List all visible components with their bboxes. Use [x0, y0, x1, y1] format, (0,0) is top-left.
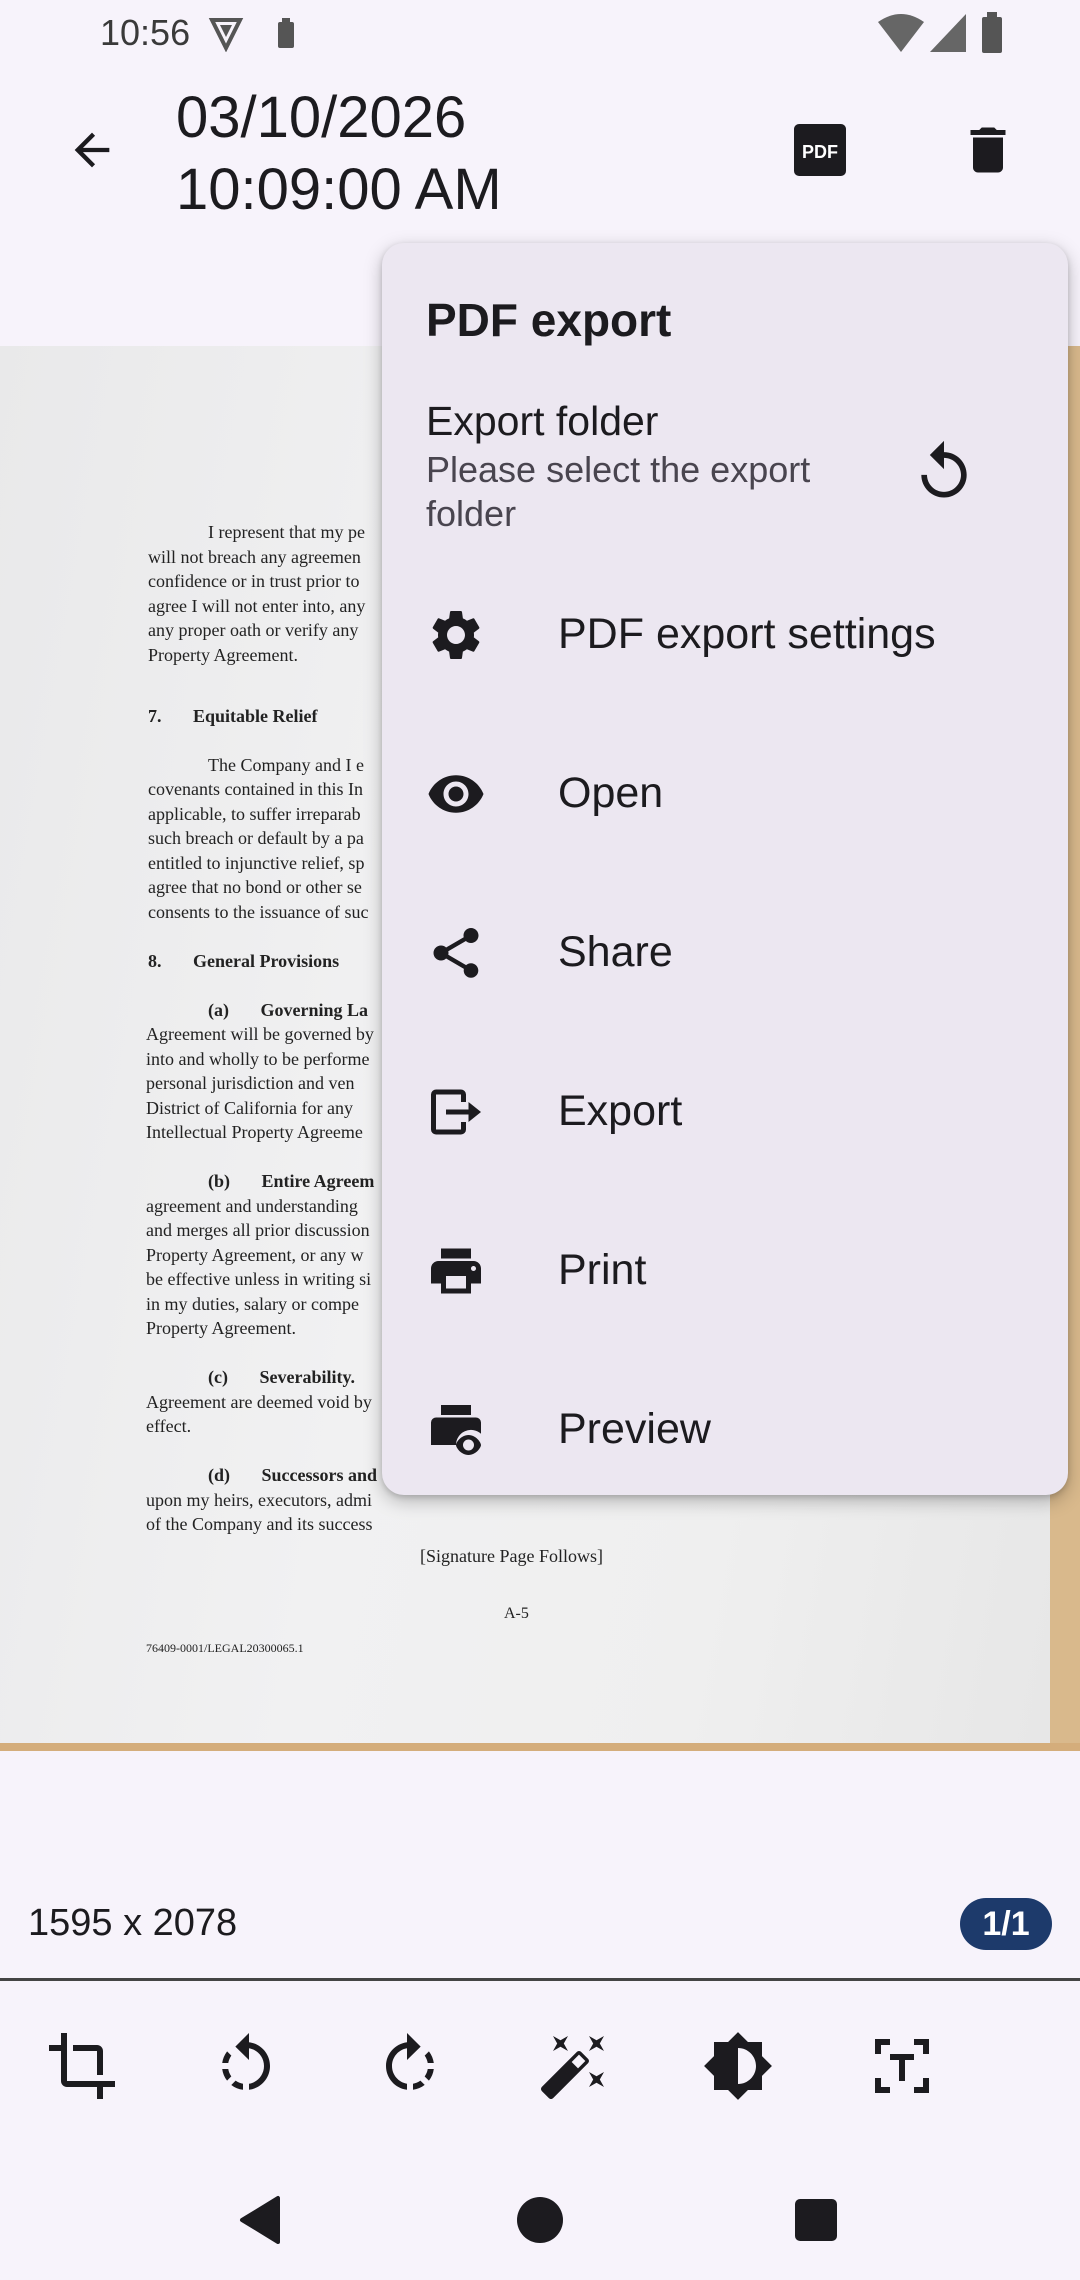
- document-text-line: any proper oath or verify any: [148, 620, 359, 640]
- delete-button[interactable]: [958, 118, 1018, 182]
- menu-item-share[interactable]: Share: [382, 878, 1068, 1028]
- document-text-line: (d) Successors and: [208, 1465, 378, 1486]
- export-folder-subtitle: Please select the export folder: [426, 449, 811, 534]
- reset-folder-button[interactable]: [910, 438, 978, 506]
- status-time: 10:56: [100, 12, 191, 53]
- wifi-icon: [878, 14, 924, 52]
- page-indicator-badge: 1/1: [960, 1898, 1052, 1950]
- document-text-line: Agreement will be governed by: [146, 1024, 374, 1045]
- document-text-line: will not breach any agreemen: [148, 546, 361, 567]
- signal-icon: [930, 14, 966, 52]
- document-text-line: The Company and I e: [208, 754, 364, 775]
- image-size-label: 1595 x 2078: [28, 1902, 238, 1944]
- document-text-line: 8. General Provisions: [148, 950, 340, 971]
- pdf-export-button[interactable]: PDF: [790, 120, 850, 180]
- menu-item-preview[interactable]: Preview: [382, 1355, 1068, 1505]
- menu-item-label: Export: [558, 1087, 683, 1135]
- menu-item-label: Share: [558, 928, 673, 976]
- background-edge-bottom: [0, 1743, 1080, 1751]
- document-text-line: 7. Equitable Relief: [148, 705, 318, 726]
- page-title: 03/10/2026 10:09:00 AM: [176, 82, 502, 226]
- document-text-line: entitled to injunctive relief, sp: [148, 852, 365, 873]
- document-text-line: in my duties, salary or compe: [146, 1293, 359, 1314]
- printer-icon: [431, 1248, 481, 1294]
- pdf-icon: PDF: [794, 124, 846, 176]
- app-bar: 03/10/2026 10:09:00 AM PDF: [0, 66, 1080, 236]
- document-text-line: Property Agreement.: [148, 644, 298, 665]
- pdf-export-menu: PDF export Export folder Please select t…: [382, 243, 1068, 1495]
- document-text-line: applicable, to suffer irreparab: [148, 803, 361, 824]
- document-text-line: District of California for any: [146, 1097, 353, 1118]
- nav-recents-icon[interactable]: [786, 2190, 846, 2250]
- title-time: 10:09:00 AM: [176, 157, 502, 222]
- export-folder-item[interactable]: Export folder Please select the export f…: [382, 398, 1068, 548]
- menu-item-open[interactable]: Open: [382, 719, 1068, 869]
- reset-icon: [921, 440, 967, 498]
- battery-saver-icon: [278, 18, 294, 48]
- title-date: 03/10/2026: [176, 85, 467, 150]
- edit-toolbar: [0, 1990, 1080, 2140]
- document-text-line: into and wholly to be performe: [146, 1048, 370, 1069]
- document-text-line: agree that no bond or other se: [148, 877, 362, 898]
- document-text-line: consents to the issuance of suc: [148, 901, 369, 922]
- footer-code-text: 76409-0001/LEGAL20300065.1: [146, 1641, 304, 1655]
- menu-item-label: Print: [558, 1246, 647, 1294]
- document-text-line: Intellectual Property Agreeme: [146, 1122, 363, 1143]
- status-bar: 10:56: [0, 0, 1080, 66]
- rotate-right-icon[interactable]: [374, 2030, 446, 2102]
- magic-wand-icon[interactable]: [538, 2030, 610, 2102]
- eye-icon: [428, 775, 484, 813]
- ocr-text-icon[interactable]: [866, 2030, 938, 2102]
- menu-item-label: Preview: [558, 1405, 711, 1453]
- vpn-shield-icon: [208, 18, 244, 52]
- menu-item-pdf-export-settings[interactable]: PDF export settings: [382, 560, 1068, 710]
- document-text-line: effect.: [146, 1416, 192, 1437]
- document-text-line: (c) Severability.: [208, 1367, 355, 1388]
- document-text-line: (a) Governing La: [208, 999, 368, 1020]
- document-text-line: agreement and understanding: [146, 1195, 358, 1216]
- document-text-line: of the Company and its success: [146, 1514, 373, 1535]
- export-folder-title: Export folder: [426, 398, 659, 444]
- document-text-line: Property Agreement, or any w: [146, 1244, 364, 1265]
- back-button[interactable]: [56, 114, 128, 186]
- arrow-back-icon: [74, 132, 110, 168]
- rotate-left-icon[interactable]: [210, 2030, 282, 2102]
- print-preview-icon: [431, 1405, 481, 1455]
- crop-icon[interactable]: [46, 2030, 118, 2102]
- divider: [0, 1978, 1080, 1981]
- document-text-line: personal jurisdiction and ven: [146, 1073, 355, 1094]
- document-text-line: (b) Entire Agreem: [208, 1171, 375, 1192]
- document-text-line: Agreement are deemed void by: [146, 1391, 372, 1412]
- nav-home-icon[interactable]: [510, 2190, 570, 2250]
- trash-icon: [970, 127, 1006, 173]
- page-number-text: A-5: [504, 1605, 529, 1622]
- document-text-line: Property Agreement.: [146, 1318, 296, 1339]
- svg-text:PDF: PDF: [802, 142, 838, 162]
- menu-item-label: Open: [558, 769, 664, 817]
- gear-icon: [432, 611, 480, 659]
- menu-item-print[interactable]: Print: [382, 1196, 1068, 1346]
- share-icon: [433, 928, 479, 978]
- document-text-line: agree I will not enter into, any: [148, 595, 366, 616]
- document-text-line: confidence or in trust prior to: [148, 571, 360, 591]
- contrast-icon[interactable]: [702, 2030, 774, 2102]
- battery-icon: [982, 12, 1002, 53]
- document-text-line: such breach or default by a pa: [148, 828, 364, 849]
- document-text-line: I represent that my pe: [208, 522, 365, 542]
- document-text-line: upon my heirs, executors, admi: [146, 1489, 372, 1510]
- menu-item-label: PDF export settings: [558, 610, 936, 658]
- signature-follows-text: [Signature Page Follows]: [420, 1546, 603, 1566]
- document-text-line: and merges all prior discussion: [146, 1220, 370, 1241]
- system-nav-bar: [0, 2160, 1080, 2280]
- nav-back-icon[interactable]: [232, 2190, 292, 2250]
- menu-item-export[interactable]: Export: [382, 1037, 1068, 1187]
- export-icon: [431, 1089, 481, 1135]
- document-text-line: covenants contained in this In: [148, 779, 363, 800]
- document-text-line: be effective unless in writing si: [146, 1269, 372, 1290]
- menu-header: PDF export: [426, 294, 672, 346]
